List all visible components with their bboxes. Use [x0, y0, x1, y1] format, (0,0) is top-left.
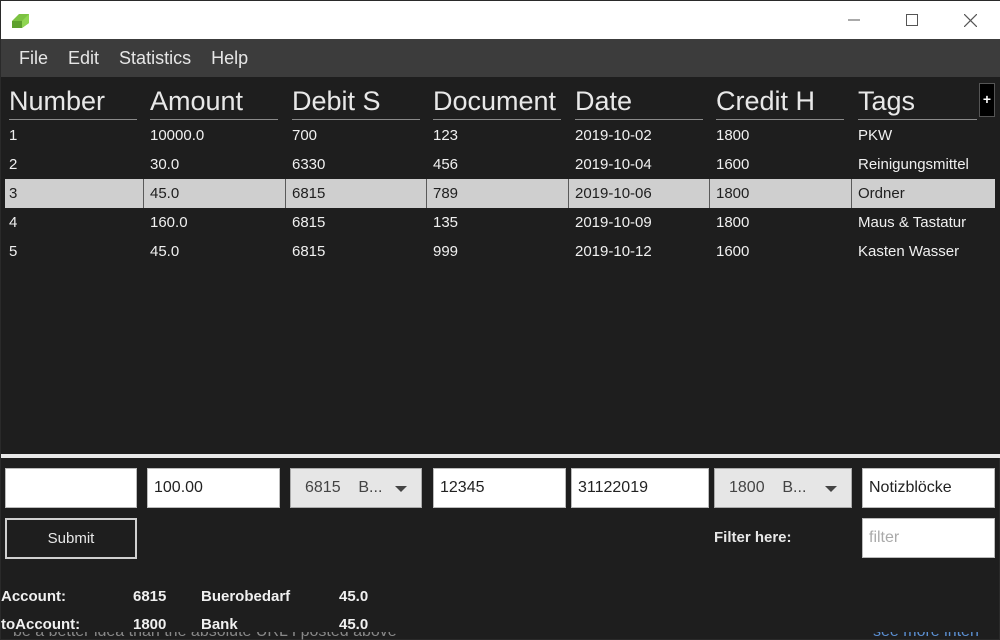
submit-button[interactable]: Submit [5, 518, 137, 559]
table-row[interactable]: 5 45.0 6815 999 2019-10-12 1600 Kasten Wasser [5, 237, 995, 266]
cell-tags: Maus & Tastatur [858, 214, 967, 231]
column-separator [851, 179, 852, 208]
cell-date: 2019-10-02 [575, 127, 652, 144]
cell-document: 456 [433, 156, 459, 173]
cell-credit: 1800 [716, 185, 750, 202]
column-separator [285, 179, 286, 208]
table-row[interactable]: 2 30.0 6330 456 2019-10-04 1600 Reinigungsmitt… [5, 150, 995, 179]
account-number: 6815 [133, 588, 167, 605]
column-header-amount[interactable]: Amount [146, 77, 280, 121]
cell-credit: 1600 [716, 243, 750, 260]
menu-file[interactable]: File [9, 39, 58, 77]
table-row[interactable]: 1 10000.0 700 123 2019-10-02 1800 PKW [5, 121, 995, 150]
tags-field[interactable]: Notizblöcke [862, 468, 995, 508]
chevron-down-icon [825, 486, 837, 492]
column-separator [143, 179, 144, 208]
cell-tags: Reinigungsmittel [858, 156, 969, 173]
column-separator [568, 179, 569, 208]
cell-amount: 160.0 [150, 214, 188, 231]
date-field[interactable]: 31122019 [571, 468, 709, 508]
cell-number: 1 [9, 127, 18, 144]
cell-amount: 10000.0 [150, 127, 205, 144]
to-account-label: toAccount: [1, 616, 81, 633]
column-header-credit[interactable]: Credit H [712, 77, 846, 121]
cell-amount: 45.0 [150, 185, 180, 202]
account-name: Buerobedarf [201, 588, 291, 605]
cell-date: 2019-10-04 [575, 156, 652, 173]
maximize-button[interactable] [883, 1, 941, 39]
column-header-debit[interactable]: Debit S [288, 77, 422, 121]
filter-input[interactable]: filter [862, 518, 995, 558]
account-label: Account: [1, 588, 66, 605]
cell-date: 2019-10-06 [575, 185, 652, 202]
to-account-name: Bank [201, 616, 238, 633]
cell-amount: 45.0 [150, 243, 180, 260]
cell-number: 3 [9, 185, 18, 202]
split-divider[interactable] [1, 454, 1000, 458]
credit-account-value: 1800 B... [729, 479, 807, 496]
cell-document: 123 [433, 127, 459, 144]
background-link[interactable]: see more inten [873, 632, 979, 640]
cell-tags: PKW [858, 127, 893, 144]
cell-debit: 6815 [292, 214, 326, 231]
to-account-amount: 45.0 [339, 616, 369, 633]
app-icon [12, 14, 29, 28]
filter-label: Filter here: [714, 529, 792, 546]
cell-debit: 6815 [292, 185, 326, 202]
cell-document: 789 [433, 185, 459, 202]
minimize-icon [848, 19, 860, 21]
cell-tags: Ordner [858, 185, 905, 202]
title-bar [1, 1, 1000, 39]
maximize-icon [906, 14, 918, 26]
debit-account-select[interactable]: 6815 B... [290, 468, 422, 508]
cell-number: 4 [9, 214, 18, 231]
cell-date: 2019-10-09 [575, 214, 652, 231]
cell-number: 5 [9, 243, 18, 260]
minimize-button[interactable] [825, 1, 883, 39]
cell-document: 135 [433, 214, 459, 231]
table-row[interactable]: 3 45.0 6815 789 2019-10-06 1800 Ordner [5, 179, 995, 208]
debit-account-value: 6815 B... [305, 479, 383, 496]
table-row[interactable]: 4 160.0 6815 135 2019-10-09 1800 Maus & Tastat… [5, 208, 995, 237]
background-text: be a better idea than the absolute URL I… [13, 632, 397, 640]
background-window-peek: be a better idea than the absolute URL I… [1, 632, 1000, 640]
cell-credit: 1600 [716, 156, 750, 173]
cell-debit: 6815 [292, 243, 326, 260]
cell-credit: 1800 [716, 214, 750, 231]
cell-date: 2019-10-12 [575, 243, 652, 260]
close-icon [963, 13, 977, 27]
column-header-date[interactable]: Date [571, 77, 705, 121]
menu-bar: File Edit Statistics Help [1, 39, 1000, 77]
amount-field[interactable]: 100.00 [147, 468, 280, 508]
cell-credit: 1800 [716, 127, 750, 144]
cell-debit: 700 [292, 127, 318, 144]
menu-statistics[interactable]: Statistics [109, 39, 201, 77]
document-field[interactable]: 12345 [433, 468, 566, 508]
chevron-down-icon [395, 486, 407, 492]
transactions-table: Number Amount Debit S Document Date Cred… [1, 77, 1000, 455]
add-column-button[interactable]: + [979, 83, 995, 117]
column-header-document[interactable]: Document [429, 77, 563, 121]
menu-help[interactable]: Help [201, 39, 258, 77]
column-separator [426, 179, 427, 208]
column-separator [709, 179, 710, 208]
close-button[interactable] [941, 1, 999, 39]
column-header-number[interactable]: Number [5, 77, 139, 121]
column-header-tags[interactable]: Tags [854, 77, 979, 121]
cell-document: 999 [433, 243, 459, 260]
credit-account-select[interactable]: 1800 B... [714, 468, 852, 508]
cell-amount: 30.0 [150, 156, 180, 173]
cell-tags: Kasten Wasser [858, 243, 960, 260]
table-header: Number Amount Debit S Document Date Cred… [1, 77, 979, 121]
to-account-number: 1800 [133, 616, 167, 633]
cell-number: 2 [9, 156, 18, 173]
menu-edit[interactable]: Edit [58, 39, 109, 77]
account-amount: 45.0 [339, 588, 369, 605]
cell-debit: 6330 [292, 156, 326, 173]
app-window: File Edit Statistics Help Number Amount … [0, 0, 1000, 640]
number-field[interactable] [5, 468, 137, 508]
